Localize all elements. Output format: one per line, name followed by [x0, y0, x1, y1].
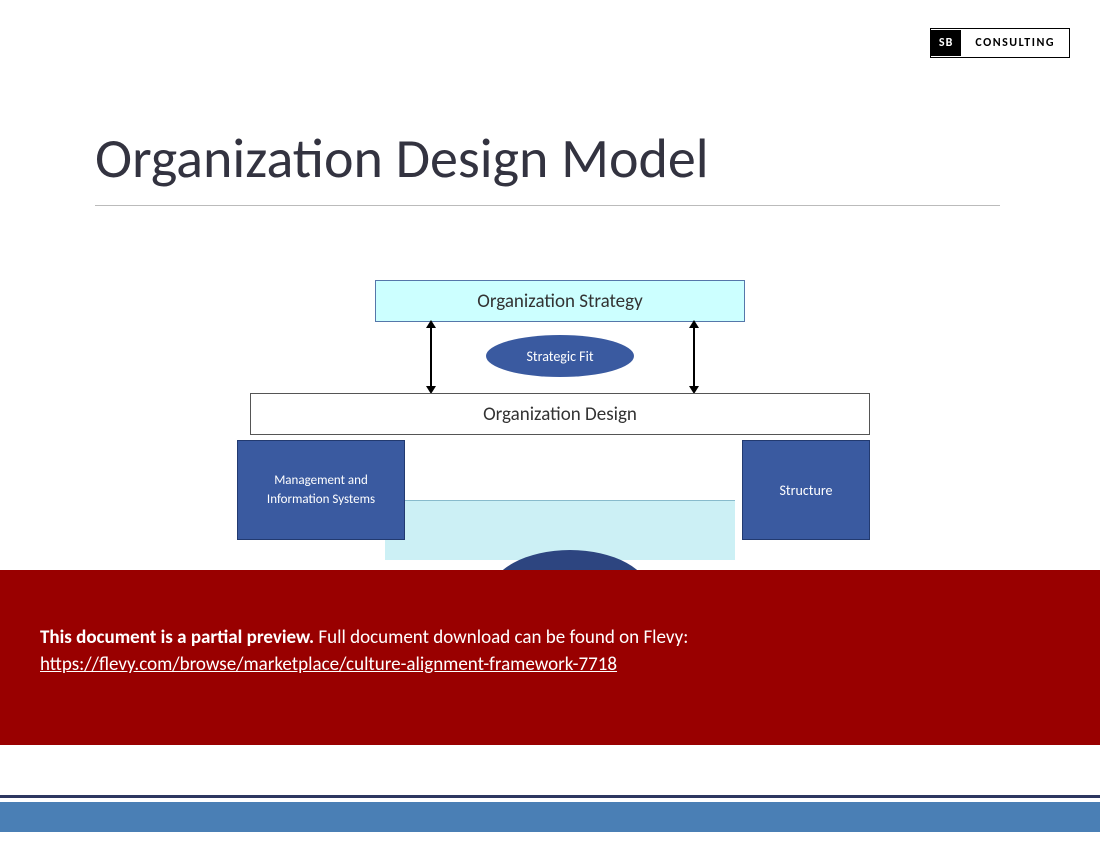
box-structure: Structure — [742, 440, 870, 540]
banner-link[interactable]: https://flevy.com/browse/marketplace/cul… — [40, 652, 1060, 679]
footer-bar — [0, 802, 1100, 832]
box-org-strategy: Organization Strategy — [375, 280, 745, 322]
logo-sb: SB — [931, 30, 961, 56]
page-title: Organization Design Model — [95, 125, 709, 193]
title-underline — [95, 205, 1000, 206]
brand-logo: SB CONSULTING — [930, 28, 1070, 58]
logo-consulting: CONSULTING — [961, 30, 1069, 56]
footer-thin-bar — [0, 795, 1100, 798]
double-arrow-right-icon — [693, 328, 695, 386]
box-org-design: Organization Design — [250, 393, 870, 435]
double-arrow-left-icon — [430, 328, 432, 386]
preview-banner: This document is a partial preview. Full… — [0, 570, 1100, 745]
box-mgmt-info: Management and Information Systems — [237, 440, 405, 540]
banner-lead: This document is a partial preview. — [40, 626, 314, 649]
ellipse-strategic-fit: Strategic Fit — [486, 335, 634, 377]
banner-rest: Full document download can be found on F… — [314, 626, 688, 649]
